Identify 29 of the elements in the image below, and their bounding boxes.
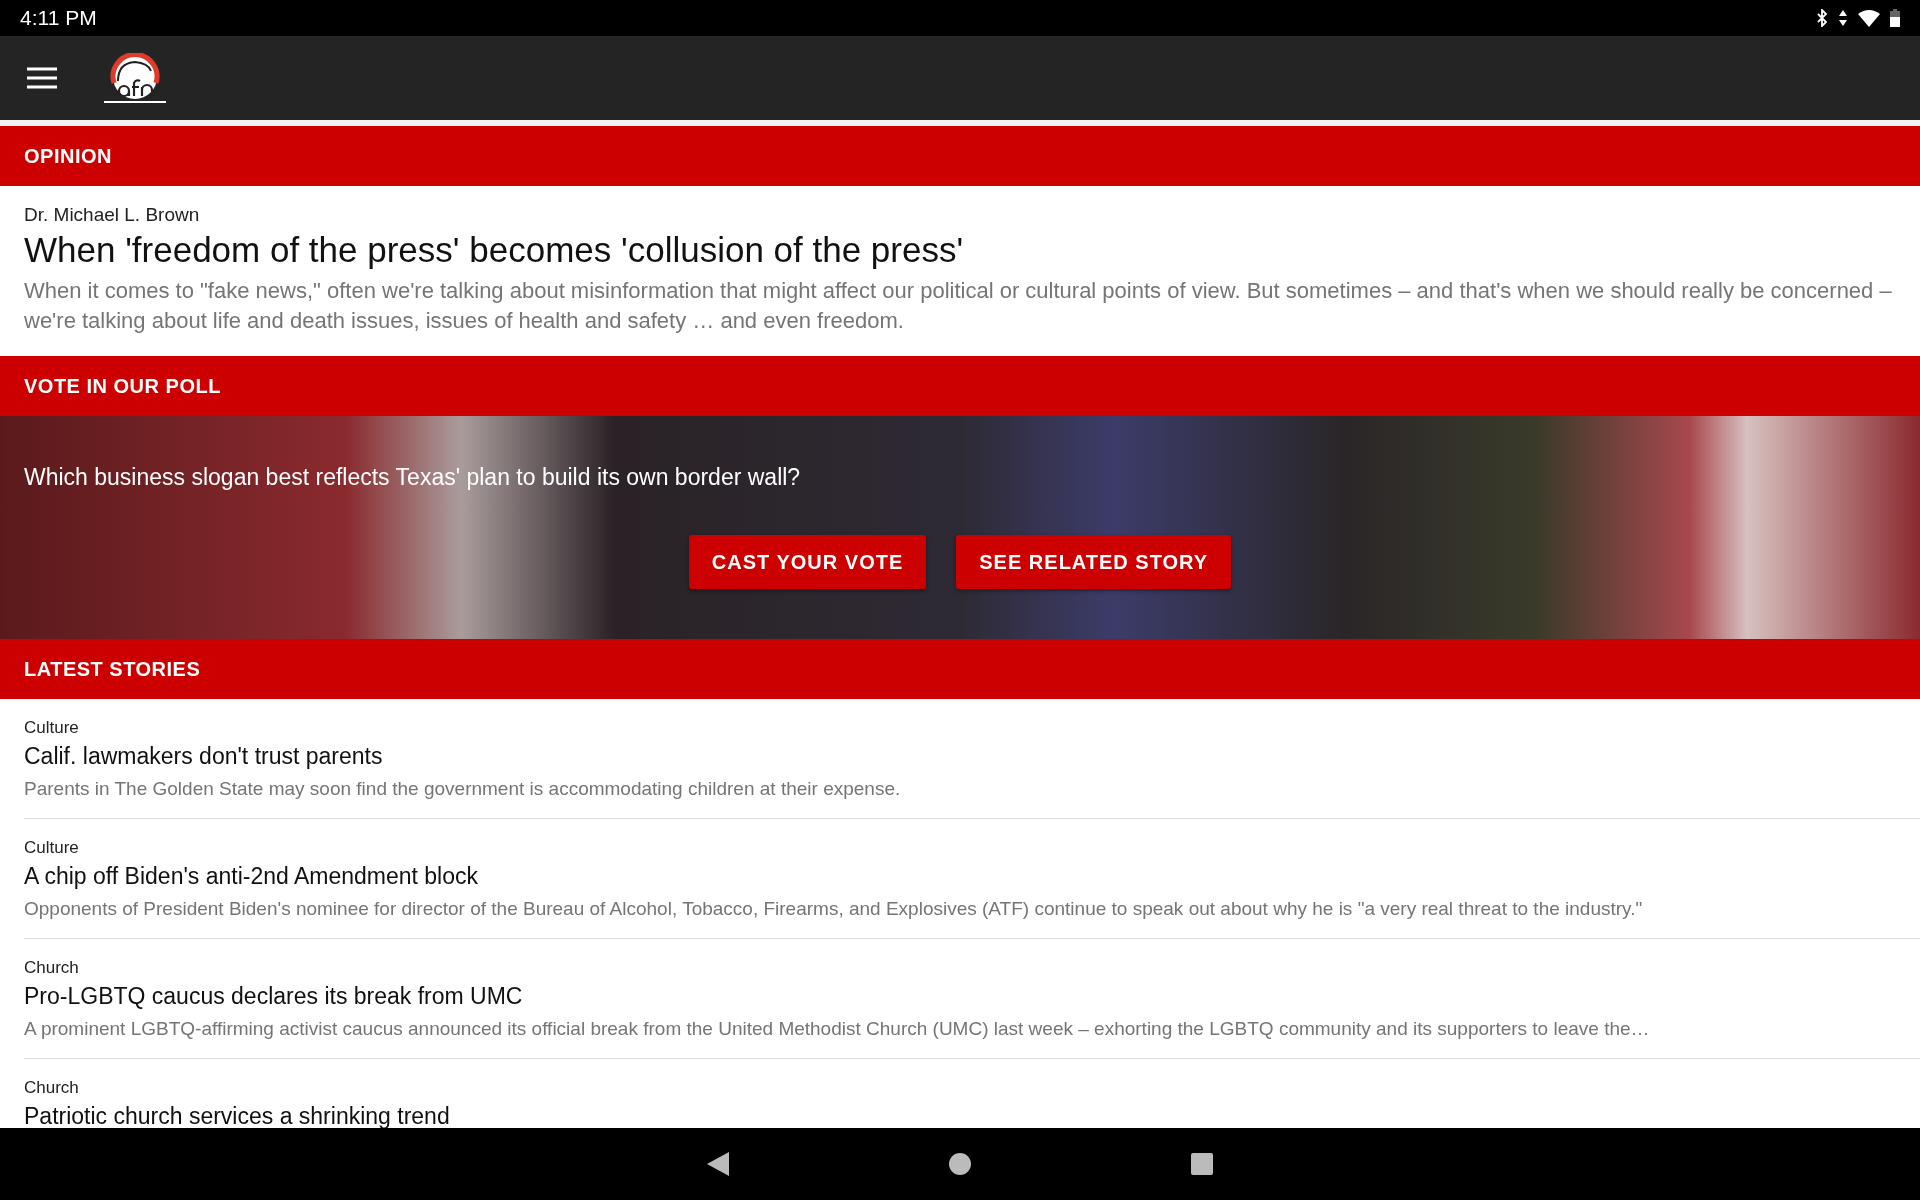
section-title: LATEST STORIES: [24, 657, 201, 681]
story-summary: Opponents of President Biden's nominee for director of the Bureau of Alcohol, Tobacco, Firearms, and Explosives (ATF) continue to speak out about why he is "a very real threat to the industry.": [24, 898, 1644, 920]
status-time: 4:11 PM: [20, 6, 97, 30]
story-title[interactable]: A chip off Biden's anti-2nd Amendment block: [24, 863, 1920, 890]
story-summary: A prominent LGBTQ-affirming activist caucus announced its official break from the United Methodist Church (UMC) last week – exhorting the LGBTQ community and its supporters to leave the…: [24, 1018, 1651, 1040]
poll-question: Which business slogan best reflects Texas' plan to build its own border wall?: [24, 464, 802, 491]
home-icon[interactable]: [949, 1153, 971, 1175]
section-title: OPINION: [24, 144, 112, 168]
story-summary: Parents in The Golden State may soon find the government is accommodating children at their expense.: [24, 778, 902, 800]
back-icon[interactable]: [707, 1152, 729, 1176]
section-title: VOTE IN OUR POLL: [24, 374, 221, 398]
bluetooth-icon: [1816, 9, 1828, 27]
logo-icon[interactable]: [104, 53, 166, 103]
wifi-icon: [1858, 9, 1880, 27]
story-title[interactable]: Patriotic church services a shrinking trend: [24, 1103, 1920, 1128]
story-title[interactable]: Calif. lawmakers don't trust parents: [24, 743, 1920, 770]
data-arrows-icon: [1838, 9, 1848, 27]
article-summary: When it comes to "fake news," often we're talking about misinformation that might affect our political or cultural points of view. But sometimes – and that's when we should really be concerned – we're talking about life and death issues, issues of health and safety … and even freedom.: [24, 277, 1893, 335]
author-name: Dr. Michael L. Brown: [24, 204, 201, 226]
poll-button[interactable]: SEE RELATED STORY: [956, 535, 1232, 589]
battery-icon: [1890, 9, 1900, 27]
story-category: Church: [24, 958, 80, 978]
menu-icon[interactable]: [27, 67, 57, 89]
poll-button[interactable]: CAST YOUR VOTE: [688, 535, 927, 589]
story-category: Church: [24, 1078, 80, 1098]
article-title[interactable]: When 'freedom of the press' becomes 'collusion of the press': [24, 230, 1896, 270]
story-category: Culture: [24, 718, 80, 738]
story-category: Culture: [24, 838, 80, 858]
story-title[interactable]: Pro-LGBTQ caucus declares its break from UMC: [24, 983, 1920, 1010]
